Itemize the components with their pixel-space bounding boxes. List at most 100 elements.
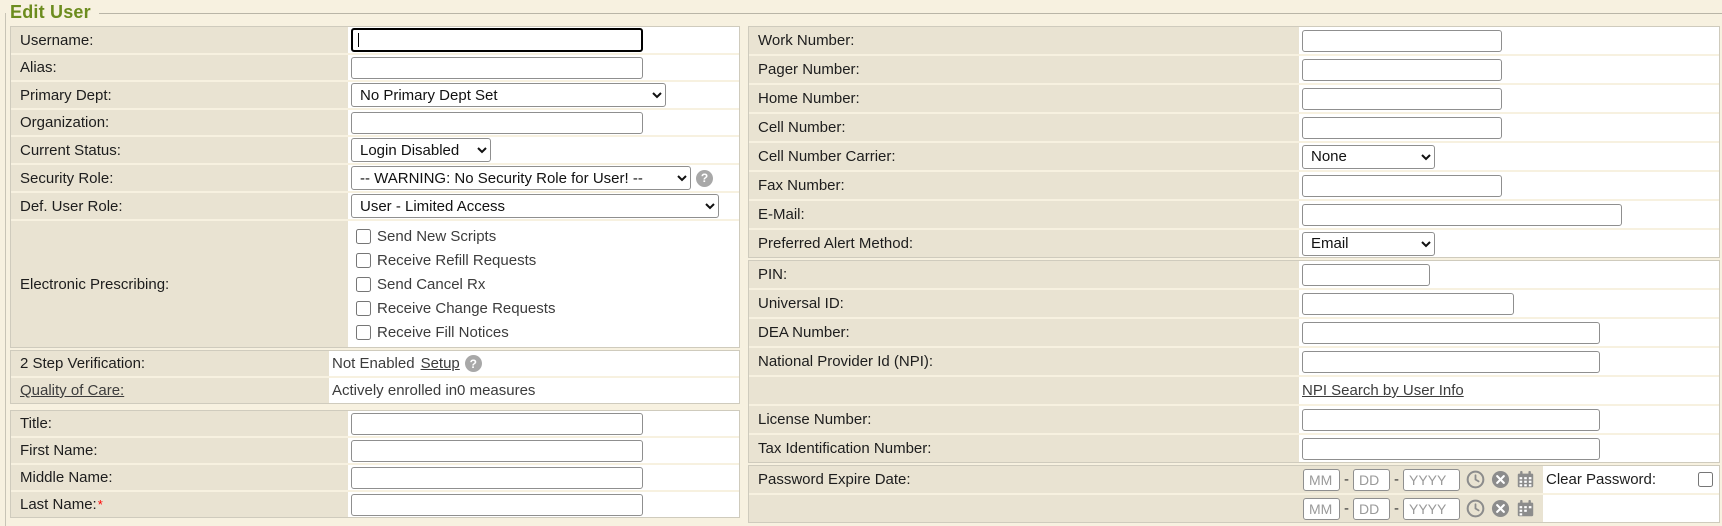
table-row: Fax Number: — [749, 172, 1719, 199]
cell-number-label: Cell Number: — [749, 114, 1299, 141]
table-row: National Provider Id (NPI): — [749, 348, 1719, 375]
work-number-label: Work Number: — [749, 27, 1299, 54]
eprescribing-options: Send New Scripts Receive Refill Requests… — [354, 222, 555, 346]
current-status-label: Current Status: — [11, 137, 348, 163]
calendar-icon[interactable] — [1516, 470, 1535, 489]
table-row: First Name: — [11, 438, 739, 463]
date-separator: - — [1394, 500, 1399, 517]
date-separator: - — [1344, 500, 1349, 517]
table-row: DEA Number: — [749, 319, 1719, 346]
verification-table: 2 Step Verification: Not Enabled Setup ?… — [10, 350, 740, 404]
empty-label — [749, 377, 1299, 404]
def-user-role-select[interactable]: User - Limited Access — [351, 194, 719, 218]
license-number-input[interactable] — [1302, 409, 1600, 431]
cell-carrier-select[interactable]: None — [1302, 145, 1435, 169]
pin-input[interactable] — [1302, 264, 1430, 286]
date-separator: - — [1344, 471, 1349, 488]
clear-date-icon[interactable] — [1491, 470, 1510, 489]
table-row: Current Status: Login Disabled — [11, 137, 739, 163]
day-input[interactable] — [1353, 469, 1390, 491]
table-row: Quality of Care: Actively enrolled in0 m… — [11, 378, 739, 403]
table-row: Organization: — [11, 110, 739, 135]
pager-number-input[interactable] — [1302, 59, 1502, 81]
calendar-icon[interactable] — [1516, 499, 1535, 518]
legend-rule — [99, 13, 1722, 14]
table-row: Security Role: -- WARNING: No Security R… — [11, 165, 739, 191]
name-table: Title: First Name: Middle Name: Last Nam… — [10, 410, 740, 518]
last-name-input[interactable] — [351, 494, 643, 516]
universal-id-input[interactable] — [1302, 293, 1514, 315]
table-row: Cell Number Carrier: None — [749, 143, 1719, 170]
email-input[interactable] — [1302, 204, 1622, 226]
last-name-label: Last Name: — [20, 496, 97, 513]
account-table: Username: Alias: Primary Dept: No Primar… — [10, 26, 740, 348]
send-new-scripts-checkbox[interactable] — [356, 229, 371, 244]
identifiers-table: PIN: Universal ID: DEA Number: National … — [748, 260, 1720, 463]
help-icon[interactable]: ? — [696, 170, 713, 187]
home-number-input[interactable] — [1302, 88, 1502, 110]
clock-icon[interactable] — [1466, 499, 1485, 518]
dea-number-input[interactable] — [1302, 322, 1600, 344]
checkbox-option: Receive Change Requests — [354, 296, 555, 320]
npi-input[interactable] — [1302, 351, 1600, 373]
table-row: Primary Dept: No Primary Dept Set — [11, 82, 739, 108]
table-row: Universal ID: — [749, 290, 1719, 317]
table-row: Home Number: — [749, 85, 1719, 112]
cell-number-input[interactable] — [1302, 117, 1502, 139]
table-row: Pager Number: — [749, 56, 1719, 83]
fax-number-label: Fax Number: — [749, 172, 1299, 199]
clear-date-icon[interactable] — [1491, 499, 1510, 518]
current-status-select[interactable]: Login Disabled — [351, 138, 491, 162]
table-row: Electronic Prescribing: Send New Scripts… — [11, 221, 739, 347]
password-expire-label: Password Expire Date: — [749, 466, 1299, 493]
password-table: Password Expire Date: - - — [748, 465, 1720, 523]
text-caret — [358, 33, 359, 47]
tax-id-input[interactable] — [1302, 438, 1600, 460]
checkbox-label: Send Cancel Rx — [377, 276, 485, 293]
table-row: E-Mail: — [749, 201, 1719, 228]
quality-of-care-link[interactable]: Quality of Care: — [20, 382, 124, 399]
receive-refill-requests-checkbox[interactable] — [356, 253, 371, 268]
table-row: Last Name:* — [11, 492, 739, 517]
middle-name-input[interactable] — [351, 467, 643, 489]
username-input[interactable] — [351, 28, 643, 52]
first-name-input[interactable] — [351, 440, 643, 462]
year-input[interactable] — [1403, 498, 1460, 520]
table-row: Username: — [11, 27, 739, 53]
fax-number-input[interactable] — [1302, 175, 1502, 197]
table-row: PIN: — [749, 261, 1719, 288]
left-column: Username: Alias: Primary Dept: No Primar… — [10, 26, 740, 518]
required-asterisk: * — [98, 497, 103, 512]
pager-number-label: Pager Number: — [749, 56, 1299, 83]
clock-icon[interactable] — [1466, 470, 1485, 489]
checkbox-label: Send New Scripts — [377, 228, 496, 245]
alias-input[interactable] — [351, 57, 643, 79]
receive-change-requests-checkbox[interactable] — [356, 301, 371, 316]
month-input[interactable] — [1303, 469, 1340, 491]
organization-input[interactable] — [351, 112, 643, 134]
alert-method-select[interactable]: Email — [1302, 232, 1435, 256]
primary-dept-select[interactable]: No Primary Dept Set — [351, 83, 666, 107]
npi-search-link[interactable]: NPI Search by User Info — [1302, 382, 1464, 399]
table-row: - - — [749, 495, 1719, 522]
security-role-select[interactable]: -- WARNING: No Security Role for User! -… — [351, 166, 691, 190]
setup-link[interactable]: Setup — [421, 355, 460, 372]
send-cancel-rx-checkbox[interactable] — [356, 277, 371, 292]
clear-password-checkbox[interactable] — [1698, 472, 1713, 487]
checkbox-option: Send New Scripts — [354, 224, 555, 248]
receive-fill-notices-checkbox[interactable] — [356, 325, 371, 340]
work-number-input[interactable] — [1302, 30, 1502, 52]
username-label: Username: — [11, 27, 348, 53]
day-input[interactable] — [1353, 498, 1390, 520]
right-column: Work Number: Pager Number: Home Number: … — [748, 26, 1720, 523]
year-input[interactable] — [1403, 469, 1460, 491]
month-input[interactable] — [1303, 498, 1340, 520]
help-icon[interactable]: ? — [465, 355, 482, 372]
table-row: Password Expire Date: - - — [749, 466, 1719, 493]
alert-method-label: Preferred Alert Method: — [749, 230, 1299, 257]
dea-number-label: DEA Number: — [749, 319, 1299, 346]
npi-label: National Provider Id (NPI): — [749, 348, 1299, 375]
checkbox-option: Receive Fill Notices — [354, 320, 555, 344]
title-input[interactable] — [351, 413, 643, 435]
table-row: 2 Step Verification: Not Enabled Setup ? — [11, 351, 739, 376]
